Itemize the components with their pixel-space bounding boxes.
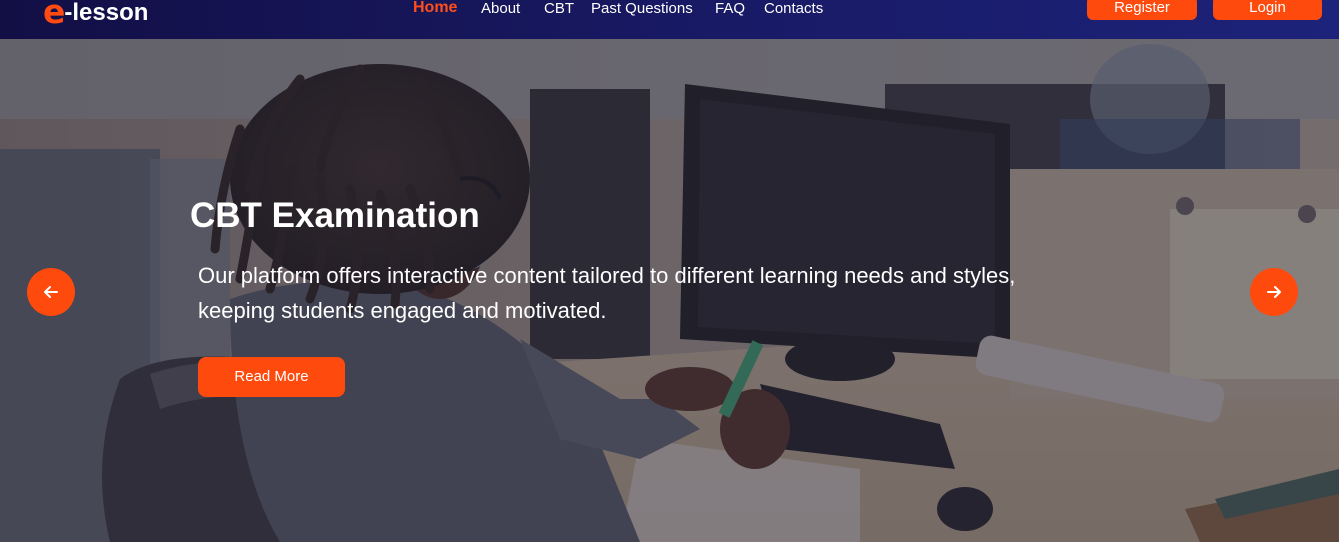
nav-item-home[interactable]: Home bbox=[413, 0, 457, 16]
logo-letter: e bbox=[43, 0, 65, 31]
read-more-button[interactable]: Read More bbox=[198, 357, 345, 397]
nav-item-cbt[interactable]: CBT bbox=[544, 0, 574, 17]
logo-text: -lesson bbox=[64, 0, 149, 26]
nav-item-contacts[interactable]: Contacts bbox=[764, 0, 823, 17]
nav-item-faq[interactable]: FAQ bbox=[715, 0, 745, 17]
top-navbar: e -lesson Home About CBT Past Questions … bbox=[0, 0, 1339, 39]
login-button[interactable]: Login bbox=[1213, 0, 1322, 20]
hero-carousel: CBT Examination Our platform offers inte… bbox=[0, 39, 1339, 542]
site-logo[interactable]: e -lesson bbox=[43, 0, 149, 31]
nav-item-about[interactable]: About bbox=[481, 0, 520, 17]
carousel-next-button[interactable] bbox=[1250, 268, 1298, 316]
nav-item-past-questions[interactable]: Past Questions bbox=[591, 0, 693, 17]
arrow-left-icon bbox=[44, 286, 58, 298]
arrow-right-icon bbox=[1267, 286, 1281, 298]
hero-description: Our platform offers interactive content … bbox=[198, 263, 1016, 323]
register-button[interactable]: Register bbox=[1087, 0, 1197, 20]
hero-title: CBT Examination bbox=[190, 196, 480, 235]
carousel-prev-button[interactable] bbox=[27, 268, 75, 316]
